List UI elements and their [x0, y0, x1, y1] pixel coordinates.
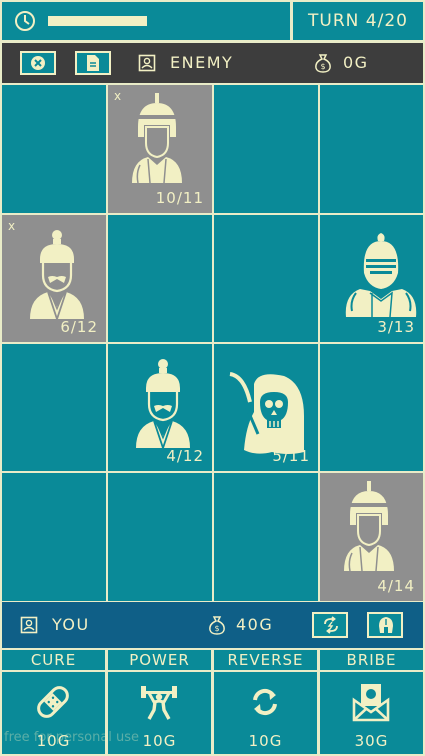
board-cell-reaper[interactable]: 5/11	[214, 344, 318, 471]
clock-icon	[15, 11, 35, 31]
board-cell[interactable]	[214, 473, 318, 601]
money-envelope-icon	[352, 684, 390, 722]
samurai-icon	[136, 359, 190, 448]
board-cell-gladiator[interactable]: x 10/11	[108, 85, 212, 213]
board-cell[interactable]	[320, 344, 423, 471]
board-cell[interactable]	[2, 473, 106, 601]
swap-button[interactable]	[312, 612, 348, 638]
board-cell[interactable]	[320, 85, 423, 213]
bandage-icon	[37, 686, 69, 718]
unit-hp: 3/13	[377, 318, 415, 336]
player-name: YOU	[52, 615, 90, 634]
player-bar: YOU $ 40G	[2, 602, 423, 648]
bribe-cost: 30G	[354, 732, 389, 750]
board-cell[interactable]	[214, 215, 318, 342]
document-icon	[87, 55, 99, 71]
knight-icon	[345, 233, 417, 317]
board-cell-gladiator[interactable]: 4/14	[320, 473, 423, 601]
svg-text:$: $	[214, 624, 219, 633]
game-board: x 10/11 x 6/12 3/13 4/12 5/11 4/14	[2, 85, 423, 601]
watermark: free for personal use	[4, 730, 140, 745]
close-circle-icon	[31, 56, 45, 70]
gladiator-icon	[344, 481, 394, 571]
enemy-name: ENEMY	[170, 53, 234, 72]
samurai-icon	[30, 230, 84, 319]
board-cell-samurai[interactable]: 4/12	[108, 344, 212, 471]
portrait-icon	[20, 616, 38, 634]
reverse-cost: 10G	[248, 732, 283, 750]
bribe-label: BRIBE	[320, 650, 423, 670]
helmet-button[interactable]	[367, 612, 403, 638]
board-cell[interactable]	[214, 85, 318, 213]
unit-hp: 10/11	[155, 189, 204, 207]
board-cell[interactable]	[108, 473, 212, 601]
turn-counter: TURN 4/20	[308, 11, 408, 31]
unit-hp: 5/11	[272, 447, 310, 465]
power-label: POWER	[108, 650, 211, 670]
cancel-button[interactable]	[20, 51, 56, 75]
enemy-gold: 0G	[343, 53, 369, 72]
money-bag-icon: $	[209, 616, 225, 635]
cure-label: CURE	[2, 650, 105, 670]
board-cell-knight[interactable]: 3/13	[320, 215, 423, 342]
helmet-icon	[379, 617, 393, 633]
svg-text:$: $	[320, 62, 325, 71]
reverse-action[interactable]: REVERSE 10G	[214, 650, 317, 754]
unit-mark: x	[8, 219, 16, 233]
document-button[interactable]	[75, 51, 111, 75]
board-cell[interactable]	[2, 85, 106, 213]
reverse-button[interactable]: 10G	[214, 672, 317, 754]
reverse-label: REVERSE	[214, 650, 317, 670]
gladiator-icon	[132, 93, 182, 183]
board-cell[interactable]	[2, 344, 106, 471]
top-bar: TURN 4/20	[2, 2, 423, 40]
swap-icon	[324, 616, 338, 634]
bribe-action[interactable]: BRIBE 30G	[320, 650, 423, 754]
money-bag-icon: $	[315, 54, 331, 73]
turn-timer-bar	[48, 16, 147, 26]
unit-mark: x	[114, 89, 122, 103]
player-gold: 40G	[236, 615, 274, 634]
portrait-icon	[138, 54, 156, 72]
board-cell-samurai[interactable]: x 6/12	[2, 215, 106, 342]
enemy-bar: ENEMY $ 0G	[2, 43, 423, 83]
weightlifter-icon	[141, 686, 177, 720]
bribe-button[interactable]: 30G	[320, 672, 423, 754]
refresh-icon	[253, 688, 277, 716]
board-cell[interactable]	[108, 215, 212, 342]
reaper-icon	[229, 372, 304, 454]
unit-hp: 4/12	[166, 447, 204, 465]
unit-hp: 4/14	[377, 577, 415, 595]
unit-hp: 6/12	[60, 318, 98, 336]
